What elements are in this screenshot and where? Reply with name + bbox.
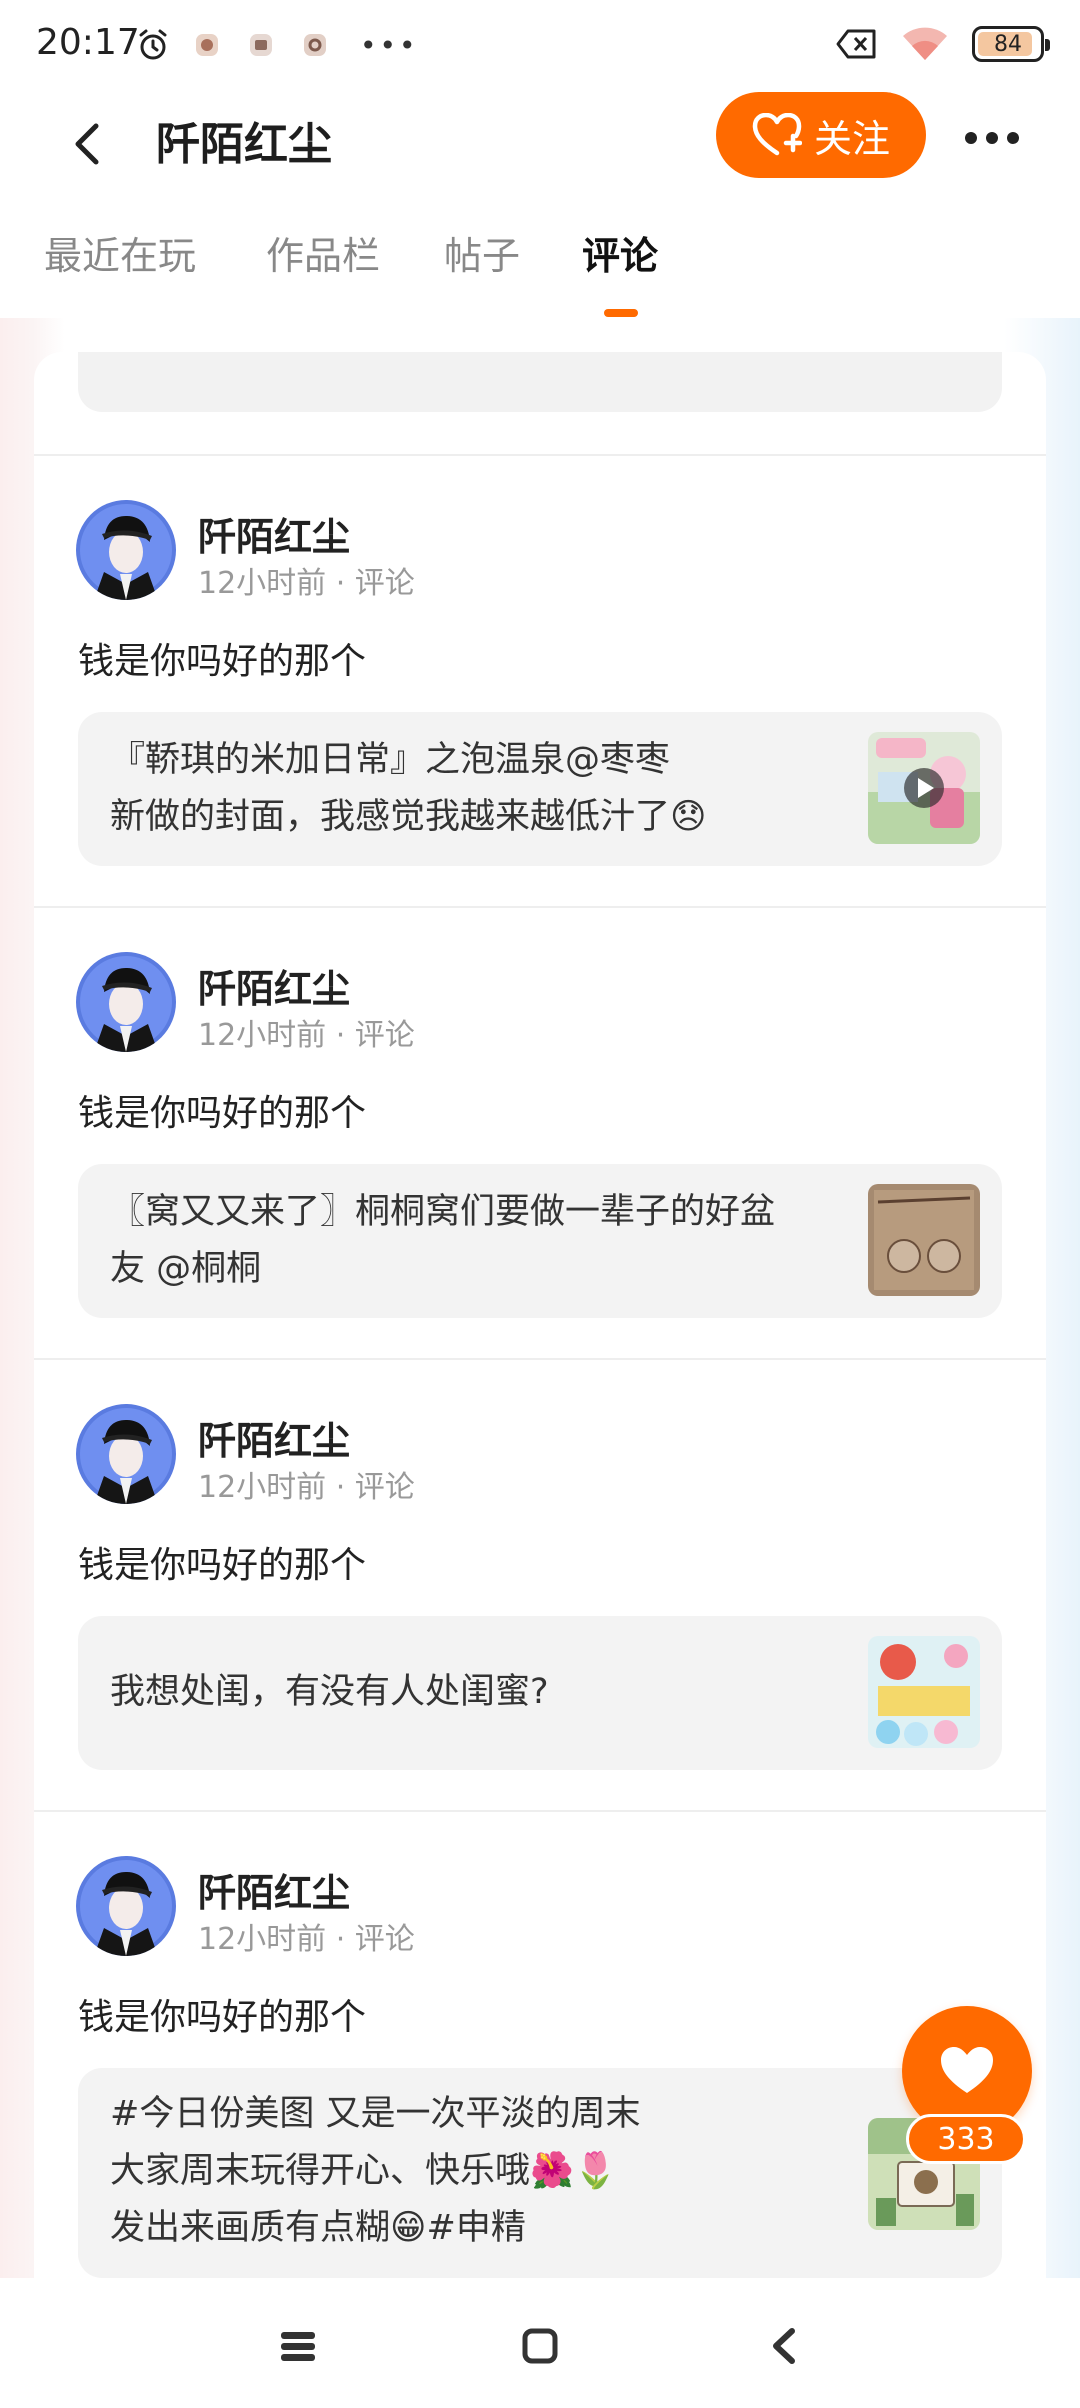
post-thumbnail[interactable] [868,1184,980,1296]
comment-type: 评论 [354,566,415,601]
quoted-post-line: 『鞒琪的米加日常』之泡温泉@枣枣 [110,740,671,780]
comment-time: 12小时前 [198,1922,327,1957]
tab-indicator [604,309,638,317]
no-sim-icon [836,29,876,59]
comment-item[interactable]: 阡陌红尘 12小时前 · 评论 钱是你吗好的那个 我想处闺，有没有人处闺蜜? [34,1360,1046,1810]
comment-meta: 12小时前 · 评论 [198,558,415,602]
tab-works[interactable]: 作品栏 [266,225,380,280]
quoted-post-text: #今日份美图 又是一次平淡的周末 大家周末玩得开心、快乐哦🌺🌷 发出来画质有点糊… [110,2086,850,2257]
comment-item[interactable]: 阡陌红尘 12小时前 · 评论 钱是你吗好的那个 #今日份美图 又是一次平淡的周… [34,1812,1046,2278]
previous-item-stub [78,352,1002,412]
quoted-post-line: #今日份美图 又是一次平淡的周末 [110,2094,641,2134]
status-icons-right: 84 [836,26,1050,62]
follow-label: 关注 [813,116,890,161]
comment-item[interactable]: 阡陌红尘 12小时前 · 评论 钱是你吗好的那个 『鞒琪的米加日常』之泡温泉@枣… [34,456,1046,906]
avatar-image [76,952,176,1052]
quoted-post-text: 我想处闺，有没有人处闺蜜? [110,1664,850,1721]
more-dots-icon [965,132,1019,144]
quoted-post-line: 〖窝又又来了〗桐桐窝们要做一辈子的好盆 [110,1192,776,1232]
system-back-button[interactable] [754,2316,814,2376]
comment-type: 评论 [354,1470,415,1505]
meta-separator: · [326,566,355,601]
comment-time: 12小时前 [198,1470,327,1505]
meta-separator: · [326,1470,355,1505]
comment-list: 阡陌红尘 12小时前 · 评论 钱是你吗好的那个 『鞒琪的米加日常』之泡温泉@枣… [34,352,1046,2278]
menu-icon [281,2332,315,2361]
back-button[interactable] [56,112,120,176]
recent-apps-button[interactable] [268,2316,328,2376]
battery-level: 84 [994,31,1022,57]
alarm-icon [139,29,167,60]
more-dots-icon: ••• [360,28,419,62]
quoted-post-text: 〖窝又又来了〗桐桐窝们要做一辈子的好盆 友 @桐桐 [110,1184,850,1298]
post-thumbnail[interactable] [868,1636,980,1748]
system-nav-bar [0,2278,1080,2408]
post-thumbnail[interactable] [868,732,980,844]
author-name[interactable]: 阡陌红尘 [198,506,350,561]
meta-separator: · [326,1018,355,1053]
comment-text: 钱是你吗好的那个 [78,641,367,682]
tab-recently-playing[interactable]: 最近在玩 [44,225,196,280]
thumbnail-image [868,1636,980,1748]
home-button[interactable] [510,2316,570,2376]
header: 阡陌红尘 关注 [0,90,1080,230]
comment-meta: 12小时前 · 评论 [198,1462,415,1506]
comment-time: 12小时前 [198,566,327,601]
quoted-post-text: 『鞒琪的米加日常』之泡温泉@枣枣 新做的封面，我感觉我越来越低汁了😞 [110,732,850,846]
avatar-image [76,1856,176,1956]
thumbnail-image [868,732,980,844]
comment-text: 钱是你吗好的那个 [78,1093,367,1134]
avatar[interactable] [76,952,176,1052]
follow-button[interactable]: 关注 [716,92,926,178]
heart-plus-icon [752,113,802,156]
app-notification-icon [250,34,272,56]
comment-text: 钱是你吗好的那个 [78,1997,367,2038]
quoted-post[interactable]: 我想处闺，有没有人处闺蜜? [78,1616,1002,1770]
author-name[interactable]: 阡陌红尘 [198,958,350,1013]
avatar-image [76,1404,176,1504]
comment-time: 12小时前 [198,1018,327,1053]
comment-type: 评论 [354,1922,415,1957]
back-arrow-icon [773,2328,795,2364]
like-count: 333 [906,2114,1026,2164]
comment-type: 评论 [354,1018,415,1053]
avatar[interactable] [76,1404,176,1504]
app-notification-icon [196,34,218,56]
quoted-post-line: 新做的封面，我感觉我越来越低汁了😞 [110,797,707,837]
avatar[interactable] [76,500,176,600]
avatar-image [76,500,176,600]
author-name[interactable]: 阡陌红尘 [198,1410,350,1465]
wifi-icon [903,27,947,60]
meta-separator: · [326,1922,355,1957]
battery-icon: 84 [972,26,1050,62]
page-title: 阡陌红尘 [156,119,332,170]
tab-comments[interactable]: 评论 [582,225,658,280]
author-name[interactable]: 阡陌红尘 [198,1862,350,1917]
tab-bar: 最近在玩 作品栏 帖子 评论 [0,225,1080,320]
quoted-post[interactable]: #今日份美图 又是一次平淡的周末 大家周末玩得开心、快乐哦🌺🌷 发出来画质有点糊… [78,2068,1002,2278]
status-icons-left: ••• [136,28,419,62]
quoted-post[interactable]: 〖窝又又来了〗桐桐窝们要做一辈子的好盆 友 @桐桐 [78,1164,1002,1318]
comment-item[interactable]: 阡陌红尘 12小时前 · 评论 钱是你吗好的那个 〖窝又又来了〗桐桐窝们要做一辈… [34,908,1046,1358]
avatar[interactable] [76,1856,176,1956]
quoted-post-line: 发出来画质有点糊😁#申精 [110,2208,526,2248]
quoted-post-line: 大家周末玩得开心、快乐哦🌺🌷 [110,2151,618,2191]
quoted-post[interactable]: 『鞒琪的米加日常』之泡温泉@枣枣 新做的封面，我感觉我越来越低汁了😞 [78,712,1002,866]
quoted-post-line: 友 @桐桐 [110,1249,262,1289]
quoted-post-line: 我想处闺，有没有人处闺蜜? [110,1672,549,1712]
heart-icon [941,2047,993,2093]
tab-posts[interactable]: 帖子 [444,225,520,280]
comment-meta: 12小时前 · 评论 [198,1010,415,1054]
more-options-button[interactable] [960,116,1024,160]
comment-text: 钱是你吗好的那个 [78,1545,367,1586]
app-notification-icon [304,34,326,56]
status-time: 20:17 [36,22,140,63]
comment-meta: 12小时前 · 评论 [198,1914,415,1958]
chevron-left-icon [75,123,99,165]
thumbnail-image [868,1184,980,1296]
home-icon [522,2328,558,2364]
status-bar: 20:17 ••• 84 [0,0,1080,90]
